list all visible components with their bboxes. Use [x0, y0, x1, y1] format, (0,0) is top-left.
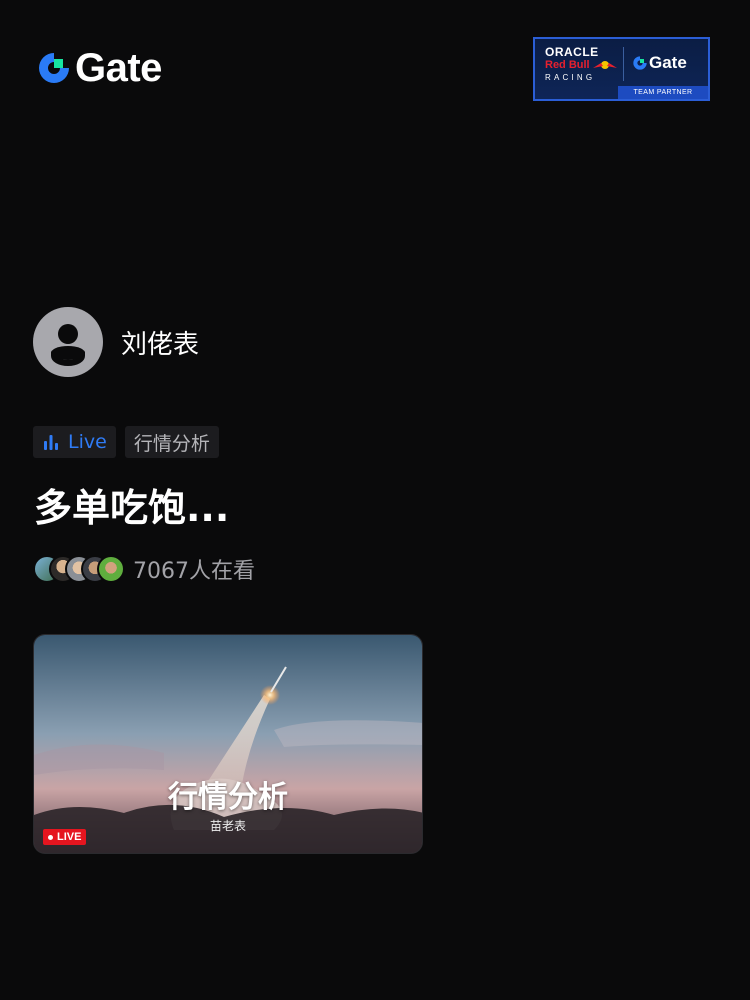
viewer-avatar: [97, 555, 125, 583]
bar-chart-icon: [44, 435, 58, 450]
bull-icon: [593, 61, 617, 69]
live-tag-label: Live: [68, 431, 107, 453]
card-subtitle: 苗老表: [209, 819, 246, 833]
stream-title: 多单吃饱...: [34, 486, 230, 530]
live-stream-card[interactable]: 行情分析 苗老表 LIVE: [33, 634, 423, 854]
card-title: 行情分析: [168, 780, 288, 815]
racing-text: RACING: [545, 73, 596, 82]
partner-gate-text: Gate: [649, 53, 687, 72]
viewer-avatars: [33, 555, 125, 583]
partner-gate-logo: Gate: [632, 53, 687, 73]
oracle-text: ORACLE: [545, 45, 599, 59]
viewer-count: 7067人在看: [133, 559, 255, 584]
live-dot-icon: [48, 834, 53, 840]
gate-logo-icon: [39, 53, 69, 83]
team-partner-label: TEAM PARTNER: [618, 86, 708, 99]
host-name[interactable]: 刘佬表: [121, 324, 199, 361]
team-partner-banner: ORACLE Red Bull RACING Gate TEAM PARTNER: [533, 37, 710, 101]
gate-logo: Gate: [36, 48, 162, 88]
viewer-info: 7067人在看: [33, 553, 255, 585]
live-tag: Live: [33, 426, 116, 458]
redbull-text: Red Bull: [545, 59, 590, 71]
category-tag[interactable]: 行情分析: [124, 426, 219, 458]
gate-logo-icon-small: [633, 56, 647, 70]
live-badge-label: LIVE: [57, 831, 82, 843]
stream-tags: Live 行情分析: [33, 426, 219, 458]
host-info[interactable]: 刘佬表: [33, 307, 199, 377]
live-badge: LIVE: [43, 829, 87, 845]
host-avatar[interactable]: [33, 307, 103, 377]
logo-text: Gate: [75, 46, 162, 90]
user-placeholder-icon: [51, 324, 85, 366]
partner-divider: [623, 47, 624, 81]
